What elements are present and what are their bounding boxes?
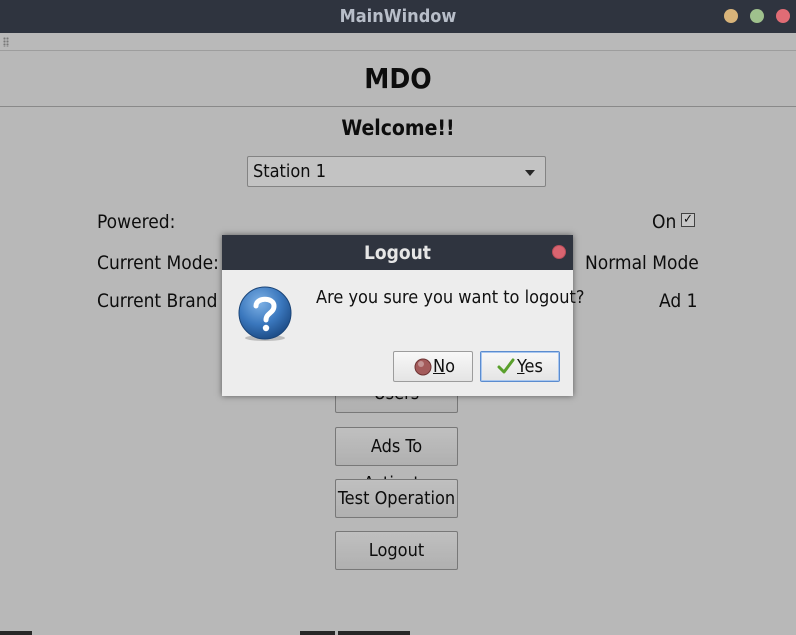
window-titlebar: MainWindow: [0, 0, 796, 33]
no-button-label: No: [433, 356, 456, 377]
yes-button[interactable]: Yes: [480, 351, 560, 382]
checkmark-icon: [497, 358, 515, 374]
dialog-title: Logout: [364, 242, 431, 264]
dialog-close-button[interactable]: [552, 245, 566, 259]
yes-button-label: Yes: [517, 356, 543, 377]
no-button[interactable]: No: [393, 351, 473, 382]
window-title: MainWindow: [339, 6, 457, 27]
dialog-titlebar: Logout: [222, 235, 573, 270]
question-icon: [238, 286, 292, 341]
close-window-button[interactable]: [776, 9, 790, 23]
dialog-message: Are you sure you want to logout?: [316, 287, 585, 308]
maximize-button[interactable]: [750, 9, 764, 23]
logout-dialog: Logout Are you sure you want to logout? …: [222, 235, 584, 396]
minimize-button[interactable]: [724, 9, 738, 23]
no-icon: [414, 358, 432, 376]
